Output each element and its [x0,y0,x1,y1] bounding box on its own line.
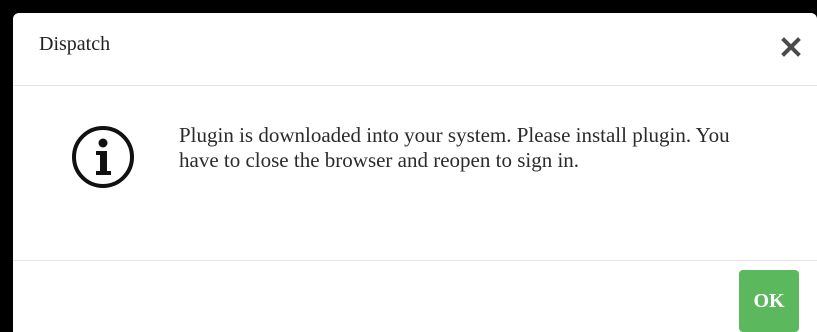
info-circle-icon [72,126,134,188]
dialog-header: Dispatch [13,13,817,86]
close-icon [781,37,801,57]
close-button[interactable] [777,33,805,61]
ok-button[interactable]: OK [739,270,799,332]
dialog-footer: OK [13,260,817,332]
dialog-message: Plugin is downloaded into your system. P… [179,123,730,172]
dialog-title: Dispatch [39,33,111,55]
dispatch-dialog: Dispatch Plugin is downloaded into your … [13,13,817,332]
dialog-body: Plugin is downloaded into your system. P… [13,86,817,260]
